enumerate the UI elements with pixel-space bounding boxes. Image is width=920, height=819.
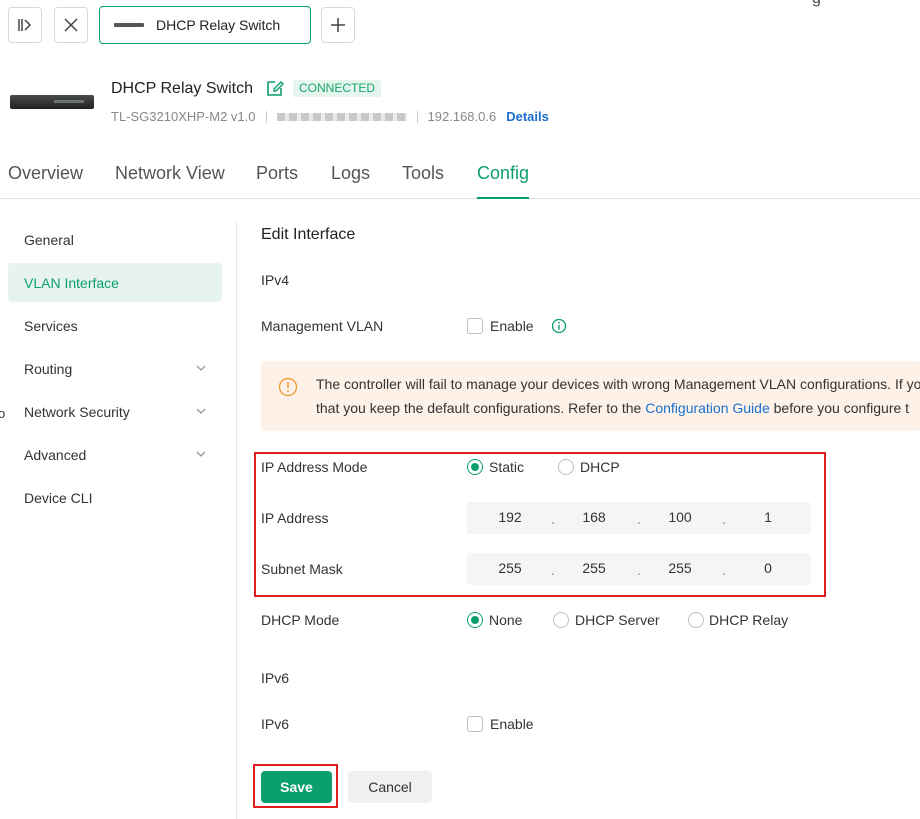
clipped-text: g [812,0,821,8]
device-image [10,95,94,109]
sidebar-item-label: Routing [24,360,73,377]
configuration-guide-link[interactable]: Configuration Guide [645,400,770,416]
section-heading-ipv6: IPv6 [261,670,290,686]
ip-octet-1[interactable]: 192 [485,509,535,525]
ip-mode-static-label: Static [489,459,525,475]
ip-octet-4[interactable]: 1 [743,509,793,525]
dhcp-relay-radio[interactable] [688,612,704,628]
sidebar-item-vlan-interface[interactable]: VLAN Interface [8,263,222,302]
status-badge: CONNECTED [293,80,382,97]
warning-text-line1: The controller will fail to manage your … [316,376,920,392]
dhcp-server-label: DHCP Server [575,612,660,628]
expand-sidebar-button[interactable] [8,7,42,43]
sidebar-item-label: Network Security [24,403,130,420]
warning-icon [278,377,298,397]
ip-mode-static-radio[interactable] [467,459,483,475]
add-tab-button[interactable] [321,7,355,43]
octet-separator: . [551,511,555,527]
chevron-down-icon [196,365,206,371]
edit-icon[interactable] [265,78,285,98]
octet-separator: . [722,511,726,527]
close-tab-button[interactable] [54,7,88,43]
ip-mode-dhcp-label: DHCP [580,459,620,475]
device-model: TL-SG3210XHP-M2 v1.0 [111,109,256,124]
divider [236,222,237,819]
mgmt-vlan-checkbox[interactable] [467,318,483,334]
subnet-octet-2[interactable]: 255 [569,560,619,576]
close-icon [64,18,78,32]
ipv6-enable-checkbox[interactable] [467,716,483,732]
ip-octet-3[interactable]: 100 [655,509,705,525]
tab-config[interactable]: Config [477,163,530,199]
octet-separator: . [551,562,555,578]
sidebar-item-services[interactable]: Services [8,306,222,345]
sidebar-item-routing[interactable]: Routing [8,349,222,388]
expand-icon [18,19,32,31]
save-button[interactable]: Save [261,771,332,803]
tab-tools[interactable]: Tools [402,163,444,199]
plus-icon [331,18,345,32]
mgmt-vlan-enable-label: Enable [490,318,534,334]
dhcp-server-radio[interactable] [553,612,569,628]
window-tab-bar: DHCP Relay Switch g [0,0,920,50]
tab-network-view[interactable]: Network View [115,163,225,199]
config-sidebar: General VLAN Interface Services Routing … [8,220,222,521]
sidebar-item-label: Advanced [24,446,87,463]
device-name: DHCP Relay Switch [111,80,253,97]
ip-address-label: IP Address [261,510,329,526]
warning-banner [261,361,920,431]
chevron-down-icon [196,451,206,457]
octet-separator: . [637,562,641,578]
warning-text-line2: that you keep the default configurations… [316,400,909,416]
section-heading-ipv4: IPv4 [261,272,290,288]
sidebar-item-label: Services [24,317,78,334]
tab-overview[interactable]: Overview [8,163,83,199]
dhcp-none-radio[interactable] [467,612,483,628]
tab-logs[interactable]: Logs [331,163,370,199]
page-title: Edit Interface [261,226,356,243]
dhcp-relay-label: DHCP Relay [709,612,789,628]
sidebar-item-label: VLAN Interface [24,274,119,291]
cancel-button[interactable]: Cancel [348,771,432,803]
divider [265,110,267,123]
mgmt-vlan-label: Management VLAN [261,318,384,334]
redacted-mac [276,112,407,121]
sidebar-item-general[interactable]: General [8,220,222,259]
subnet-mask-field[interactable]: 255 . 255 . 255 . 0 [467,553,811,585]
sidebar-item-label: General [24,231,74,248]
ipv6-label: IPv6 [261,716,290,732]
ip-mode-dhcp-radio[interactable] [558,459,574,475]
switch-thumbnail-icon [114,23,144,27]
ipv6-enable-label: Enable [490,716,534,732]
octet-separator: . [722,562,726,578]
subnet-octet-1[interactable]: 255 [485,560,535,576]
subnet-mask-label: Subnet Mask [261,561,343,577]
subnet-octet-4[interactable]: 0 [743,560,793,576]
device-tab-label: DHCP Relay Switch [156,17,281,33]
ip-octet-2[interactable]: 168 [569,509,619,525]
tab-ports[interactable]: Ports [256,163,298,199]
octet-separator: . [637,511,641,527]
sidebar-item-label: Device CLI [24,489,93,506]
sidebar-item-device-cli[interactable]: Device CLI [8,478,222,517]
dhcp-mode-label: DHCP Mode [261,612,340,628]
sidebar-item-advanced[interactable]: Advanced [8,435,222,474]
device-ip: 192.168.0.6 [427,109,497,124]
info-icon[interactable] [551,318,567,334]
dhcp-none-label: None [489,612,523,628]
clipped-text: o [0,406,6,421]
warning-text-suffix: before you configure t [769,400,910,416]
sidebar-item-network-security[interactable]: Network Security [8,392,222,431]
device-meta: TL-SG3210XHP-M2 v1.0 192.168.0.6 Details [111,109,549,124]
device-tab[interactable]: DHCP Relay Switch [99,6,311,44]
details-link[interactable]: Details [506,109,549,124]
warning-text-prefix: that you keep the default configurations… [316,400,646,416]
ip-address-field[interactable]: 192 . 168 . 100 . 1 [467,502,811,534]
chevron-down-icon [196,408,206,414]
divider [416,110,418,123]
main-tabs: Overview Network View Ports Logs Tools C… [0,163,920,199]
subnet-octet-3[interactable]: 255 [655,560,705,576]
ip-mode-label: IP Address Mode [261,459,368,475]
